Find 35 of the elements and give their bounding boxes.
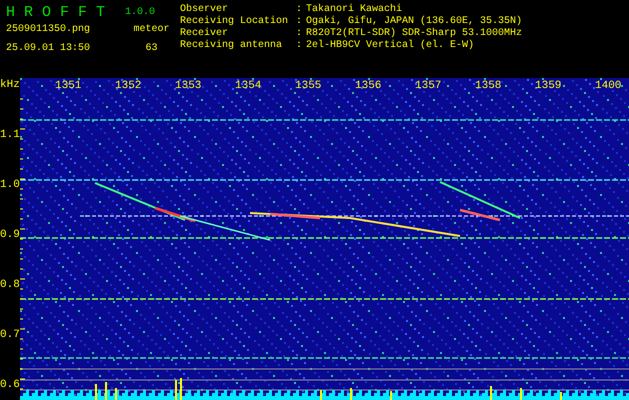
info-separator: : — [296, 40, 304, 52]
info-label: Observer — [180, 4, 230, 16]
meteor-count: 63 — [144, 42, 158, 55]
timestamp: 25.09.01 13:50 — [6, 42, 92, 55]
info-value: Ogaki, Gifu, JAPAN (136.60E, 35.35N) — [306, 16, 522, 28]
x-tick-label: 1358 — [475, 79, 501, 93]
info-value: R820T2(RTL-SDR) SDR-Sharp 53.1000MHz — [306, 28, 522, 40]
info-label: Receiver — [180, 28, 230, 40]
x-tick-label: 1359 — [535, 79, 561, 93]
info-value: Takanori Kawachi — [306, 4, 404, 16]
x-tick-label: 1355 — [295, 79, 321, 93]
info-separator: : — [296, 4, 304, 16]
x-tick-label: 1352 — [115, 79, 141, 93]
x-tick-label: 1356 — [355, 79, 381, 93]
y-tick-label: 0.7 — [0, 328, 20, 342]
x-tick-label: 1354 — [235, 79, 261, 93]
app-title: H R O F F T — [6, 4, 106, 22]
version-label: 1.0.0 — [124, 7, 156, 19]
info-separator: : — [296, 28, 304, 40]
y-tick-label: 1.0 — [0, 178, 20, 192]
count-label: meteor — [132, 23, 170, 36]
x-tick-label: 1400 — [595, 79, 621, 93]
y-tick-label: 0.6 — [0, 378, 20, 392]
file-name: 2509011350.png — [6, 24, 92, 36]
x-tick-label: 1353 — [175, 79, 201, 93]
info-label: Receiving antenna — [180, 40, 284, 52]
y-tick-label: 0.8 — [0, 278, 20, 292]
axis-unit: kHz — [0, 78, 20, 92]
x-tick-label: 1357 — [415, 79, 441, 93]
x-tick-label: 1351 — [55, 79, 81, 93]
info-value: 2el-HB9CV Vertical (el. E-W) — [306, 40, 476, 52]
info-separator: : — [296, 16, 304, 28]
y-tick-label: 1.1 — [0, 128, 20, 142]
info-label: Receiving Location — [180, 16, 290, 28]
y-tick-label: 0.9 — [0, 228, 20, 242]
